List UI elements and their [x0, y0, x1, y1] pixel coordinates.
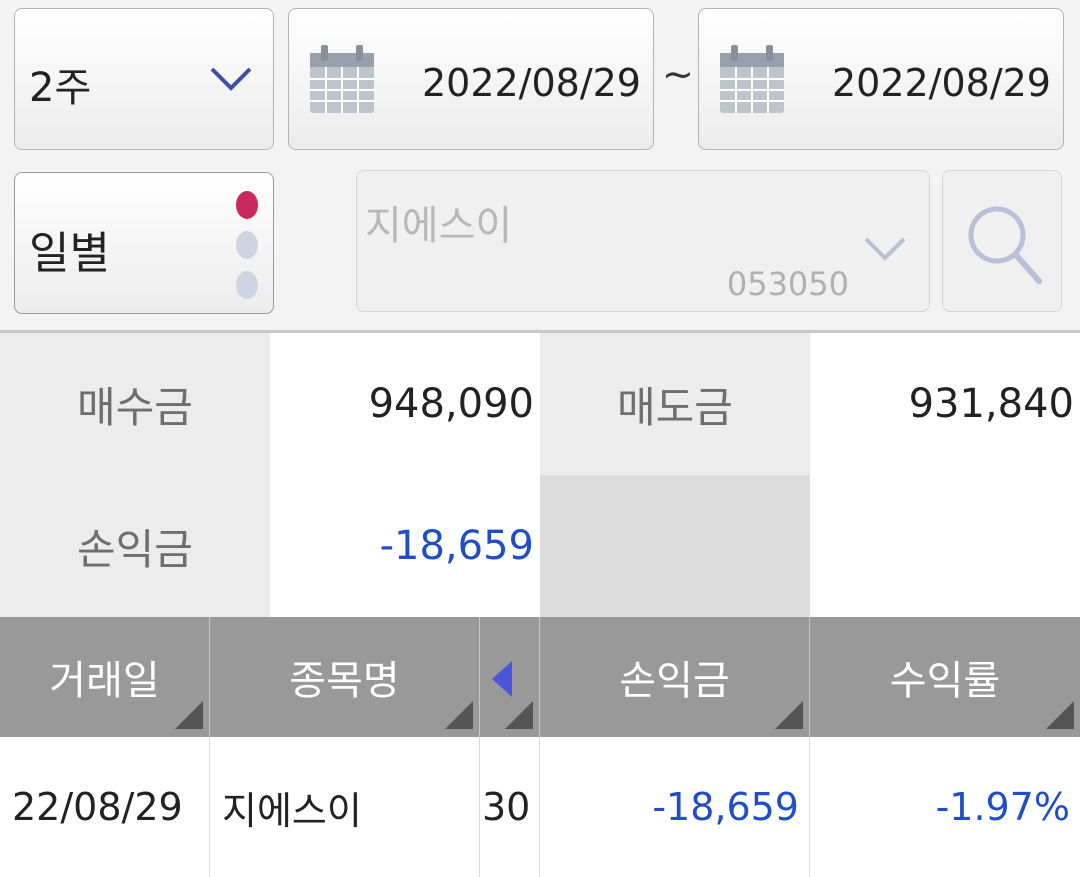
stock-code: 053050: [726, 265, 849, 303]
mode-indicator-dot-active: [236, 191, 258, 219]
sort-corner-icon: [775, 701, 803, 729]
mode-indicator-dot: [236, 231, 258, 259]
column-collapse-toggle[interactable]: [480, 617, 540, 737]
date-range-separator: ~: [662, 52, 694, 96]
sort-corner-icon: [445, 701, 473, 729]
cell-quantity: 30: [480, 737, 540, 877]
empty-cell: [810, 475, 1080, 617]
column-header-pnl[interactable]: 손익금: [540, 617, 810, 737]
calendar-icon: [720, 45, 784, 113]
mode-indicator-dot: [236, 271, 258, 299]
column-header-label: 종목명: [289, 658, 400, 704]
search-icon: [968, 206, 1042, 284]
buy-amount-label: 매수금: [0, 333, 270, 475]
column-header-stock-name[interactable]: 종목명: [210, 617, 480, 737]
sort-corner-icon: [175, 701, 203, 729]
end-date-value: 2022/08/29: [831, 61, 1051, 105]
column-header-label: 거래일: [49, 658, 160, 704]
view-mode-toggle[interactable]: 일별: [14, 172, 274, 314]
cell-trade-date: 22/08/29: [0, 737, 210, 877]
table-header: 거래일 종목명 손익금 수익률: [0, 617, 1080, 737]
view-mode-value: 일별: [29, 228, 110, 279]
stock-select[interactable]: 지에스이 053050: [356, 170, 930, 312]
column-header-trade-date[interactable]: 거래일: [0, 617, 210, 737]
collapse-left-arrow-icon: [492, 661, 512, 697]
start-date-picker[interactable]: 2022/08/29: [288, 8, 654, 150]
chevron-down-icon: [210, 67, 252, 91]
empty-cell: [540, 475, 810, 617]
period-value: 2주: [29, 65, 92, 111]
period-select[interactable]: 2주: [14, 8, 274, 150]
column-header-label: 수익률: [889, 658, 1001, 704]
calendar-icon: [310, 45, 374, 113]
buy-amount-value: 948,090: [270, 333, 540, 475]
pnl-label: 손익금: [0, 475, 270, 617]
start-date-value: 2022/08/29: [421, 61, 641, 105]
sell-amount-value: 931,840: [810, 333, 1080, 475]
sell-amount-label: 매도금: [540, 333, 810, 475]
table-row[interactable]: 22/08/29 지에스이 30 -18,659 -1.97%: [0, 737, 1080, 877]
sort-corner-icon: [1046, 701, 1074, 729]
search-button[interactable]: [942, 170, 1062, 312]
stock-name: 지에스이: [365, 203, 513, 249]
cell-return-rate: -1.97%: [935, 785, 1070, 829]
end-date-picker[interactable]: 2022/08/29: [698, 8, 1064, 150]
pnl-value: -18,659: [270, 475, 540, 617]
cell-pnl: -18,659: [540, 737, 810, 877]
summary-panel: 매수금 948,090 매도금 931,840 손익금 -18,659: [0, 333, 1080, 617]
column-header-label: 손익금: [619, 658, 730, 704]
column-header-return-rate[interactable]: 수익률: [810, 617, 1080, 737]
chevron-down-icon: [864, 237, 906, 261]
cell-stock-name: 지에스이: [210, 737, 480, 877]
sort-corner-icon: [505, 701, 533, 729]
